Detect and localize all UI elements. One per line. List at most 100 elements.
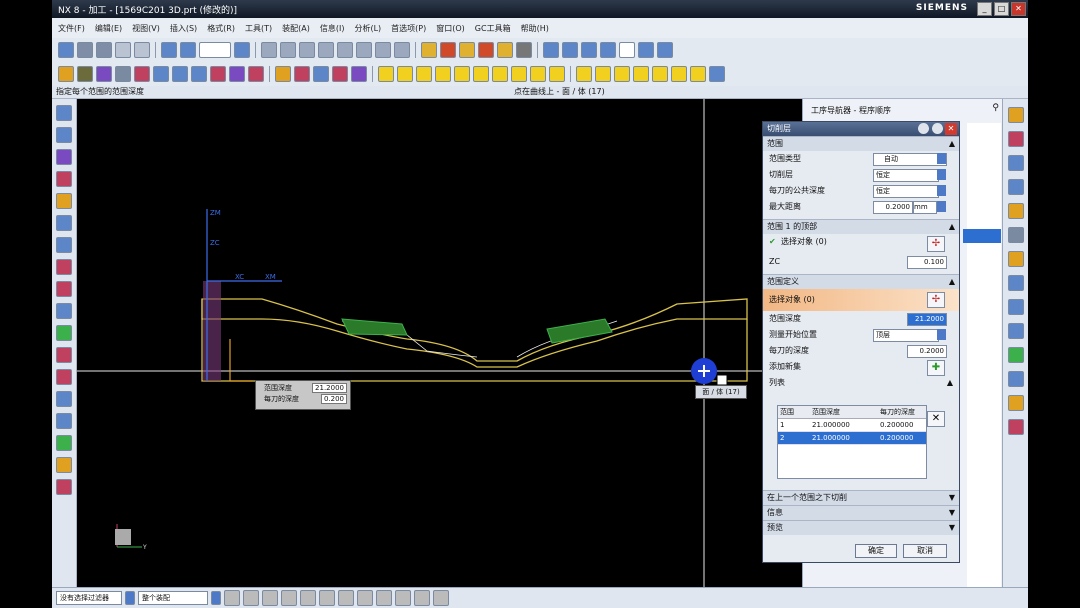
- range-type-dropdown[interactable]: [937, 153, 946, 164]
- section-range-def[interactable]: 范围定义 ▲: [763, 274, 959, 289]
- table-row-selected[interactable]: 2 21.000000 0.200000: [778, 432, 926, 445]
- menu-assemblies[interactable]: 装配(A): [282, 23, 310, 34]
- path-list-icon[interactable]: [397, 66, 413, 82]
- menu-insert[interactable]: 插入(S): [170, 23, 197, 34]
- operation-icon[interactable]: [356, 42, 372, 58]
- snap-existing-icon[interactable]: [319, 590, 335, 606]
- part-icon[interactable]: [191, 66, 207, 82]
- tool-icon[interactable]: [299, 42, 315, 58]
- resource-part-icon[interactable]: [1008, 155, 1024, 171]
- table-row[interactable]: 1 21.000000 0.200000: [778, 419, 926, 432]
- menu-info[interactable]: 信息(I): [320, 23, 345, 34]
- snap-midpoint-icon[interactable]: [243, 590, 259, 606]
- path-edit-icon[interactable]: [378, 66, 394, 82]
- menu-file[interactable]: 文件(F): [58, 23, 85, 34]
- zc-input[interactable]: 0.100: [907, 256, 947, 269]
- render-icon[interactable]: [581, 42, 597, 58]
- resource-web-icon[interactable]: [1008, 275, 1024, 291]
- left-tool-1-icon[interactable]: [56, 105, 72, 121]
- left-tool-8-icon[interactable]: [56, 259, 72, 275]
- snap-endpoint-icon[interactable]: [224, 590, 240, 606]
- view-icon[interactable]: [161, 42, 177, 58]
- toolpath-1-icon[interactable]: [576, 66, 592, 82]
- wcs-icon[interactable]: [248, 66, 264, 82]
- resource-palette-icon[interactable]: [1008, 347, 1024, 363]
- generate-icon[interactable]: [375, 42, 391, 58]
- create-geometry-icon[interactable]: [96, 66, 112, 82]
- path-blank-icon[interactable]: [549, 66, 565, 82]
- section-range1-top[interactable]: 范围 1 的顶部 ▲: [763, 219, 959, 234]
- resource-hd3d-icon[interactable]: [1008, 251, 1024, 267]
- path-delete-icon[interactable]: [530, 66, 546, 82]
- print-icon[interactable]: [516, 42, 532, 58]
- blank-icon[interactable]: [153, 66, 169, 82]
- left-tool-6-icon[interactable]: [56, 215, 72, 231]
- left-tool-15-icon[interactable]: [56, 413, 72, 429]
- toolpath-7-icon[interactable]: [690, 66, 706, 82]
- range-type-select[interactable]: 自动: [873, 153, 947, 166]
- left-tool-11-icon[interactable]: [56, 325, 72, 341]
- path-split-icon[interactable]: [492, 66, 508, 82]
- menu-gc-toolkit[interactable]: GC工具箱: [475, 23, 511, 34]
- selection-filter-dropdown[interactable]: [199, 42, 231, 58]
- close-button[interactable]: ✕: [1011, 2, 1026, 16]
- shop-doc-icon[interactable]: [459, 42, 475, 58]
- left-tool-17-icon[interactable]: [56, 457, 72, 473]
- menu-help[interactable]: 帮助(H): [521, 23, 549, 34]
- left-tool-12-icon[interactable]: [56, 347, 72, 363]
- snap-quadrant-icon[interactable]: [281, 590, 297, 606]
- start-icon[interactable]: [58, 42, 74, 58]
- dialog-settings-icon[interactable]: [932, 123, 943, 134]
- left-tool-16-icon[interactable]: [56, 435, 72, 451]
- create-method-icon[interactable]: [115, 66, 131, 82]
- new-icon[interactable]: [77, 42, 93, 58]
- verify-icon[interactable]: [421, 42, 437, 58]
- shaded-icon[interactable]: [600, 42, 616, 58]
- snap-icon[interactable]: [657, 42, 673, 58]
- section-icon[interactable]: [562, 42, 578, 58]
- common-depth-dropdown[interactable]: [937, 185, 946, 196]
- undo-icon[interactable]: [115, 42, 131, 58]
- background-icon[interactable]: [619, 42, 635, 58]
- restore-button[interactable]: □: [994, 2, 1009, 16]
- pin-icon[interactable]: ⚲: [992, 103, 999, 113]
- minimize-button[interactable]: _: [977, 2, 992, 16]
- range-list[interactable]: 范围 范围深度 每刀的深度 1 21.000000 0.200000 2 21.…: [777, 405, 927, 479]
- left-tool-4-icon[interactable]: [56, 171, 72, 187]
- max-distance-input[interactable]: 0.2000: [873, 201, 913, 214]
- left-tool-2-icon[interactable]: [56, 127, 72, 143]
- cut-layer-select[interactable]: 恒定: [873, 169, 939, 182]
- fit-icon[interactable]: [234, 42, 250, 58]
- left-tool-3-icon[interactable]: [56, 149, 72, 165]
- unit-dropdown[interactable]: [937, 201, 946, 212]
- create-program-icon[interactable]: [58, 66, 74, 82]
- resource-operation-icon[interactable]: [1008, 179, 1024, 195]
- toolpath-4-icon[interactable]: [633, 66, 649, 82]
- output-cls-icon[interactable]: [478, 42, 494, 58]
- save-icon[interactable]: [96, 42, 112, 58]
- graphics-window[interactable]: ZM ZC XC XM Y 范围深度 21.2000 每刀的深度 0.200 面…: [77, 99, 802, 588]
- menu-view[interactable]: 视图(V): [132, 23, 160, 34]
- snap-point-on-curve-icon[interactable]: [414, 590, 430, 606]
- path-reverse-icon[interactable]: [511, 66, 527, 82]
- cancel-button[interactable]: 取消: [903, 544, 947, 558]
- resource-assembly-icon[interactable]: [1008, 107, 1024, 123]
- snap-face-icon[interactable]: [357, 590, 373, 606]
- left-tool-7-icon[interactable]: [56, 237, 72, 253]
- add-range-button[interactable]: ✚: [927, 360, 945, 376]
- left-tool-18-icon[interactable]: [56, 479, 72, 495]
- region-icon[interactable]: [210, 66, 226, 82]
- path-trim-icon[interactable]: [473, 66, 489, 82]
- create-operation-icon[interactable]: [134, 66, 150, 82]
- display-mode-icon[interactable]: [638, 42, 654, 58]
- range-depth-input[interactable]: 21.2000: [907, 313, 947, 326]
- feedrate-icon[interactable]: [497, 42, 513, 58]
- section-info[interactable]: 信息 ▼: [763, 505, 959, 520]
- select-point-button[interactable]: ✢: [927, 236, 945, 252]
- toolpath-3-icon[interactable]: [614, 66, 630, 82]
- resource-process-icon[interactable]: [1008, 371, 1024, 387]
- postprocess-icon[interactable]: [440, 42, 456, 58]
- warning-icon[interactable]: [275, 66, 291, 82]
- menu-preferences[interactable]: 首选项(P): [391, 23, 426, 34]
- workpiece-icon[interactable]: [172, 66, 188, 82]
